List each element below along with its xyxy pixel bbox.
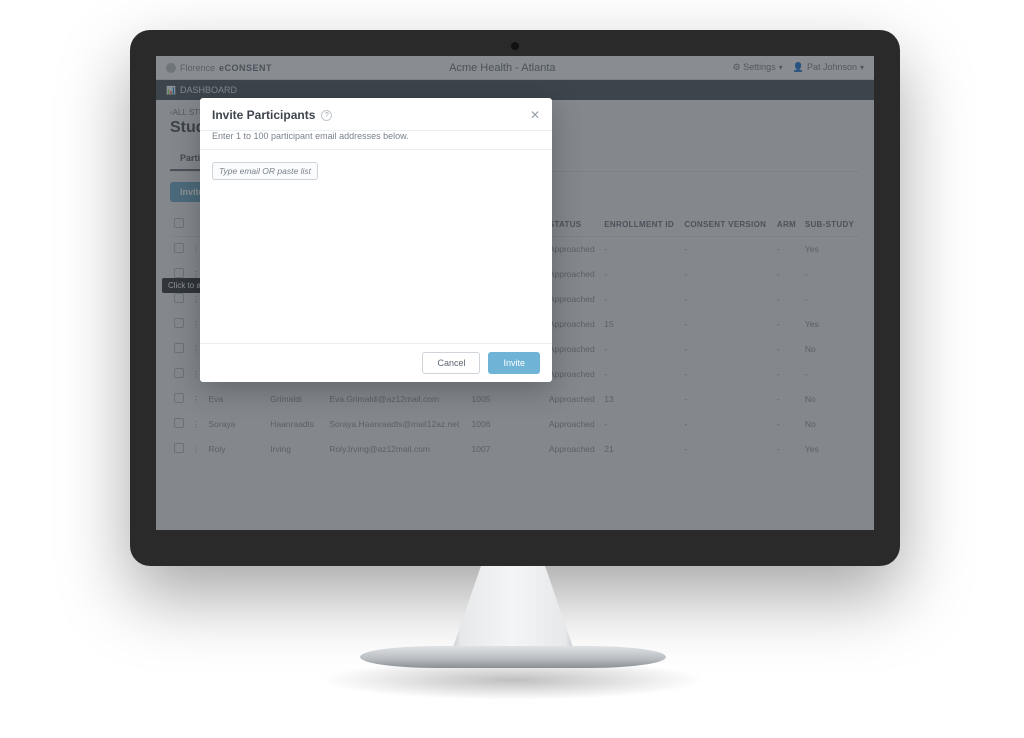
- close-icon[interactable]: ✕: [530, 108, 540, 122]
- cancel-button[interactable]: Cancel: [422, 352, 480, 374]
- app-screen: Florence eCONSENT Acme Health - Atlanta …: [156, 56, 874, 530]
- monitor-frame: Florence eCONSENT Acme Health - Atlanta …: [130, 30, 900, 566]
- invite-button[interactable]: Invite: [488, 352, 540, 374]
- monitor-base: [360, 646, 666, 668]
- modal-title: Invite Participants: [212, 108, 315, 122]
- camera-icon: [511, 42, 519, 50]
- monitor-neck: [438, 560, 588, 656]
- help-icon[interactable]: ?: [321, 110, 332, 121]
- invite-modal: Invite Participants ? ✕ Enter 1 to 100 p…: [200, 98, 552, 382]
- email-input[interactable]: Type email OR paste list: [212, 162, 318, 180]
- modal-subtitle: Enter 1 to 100 participant email address…: [200, 131, 552, 150]
